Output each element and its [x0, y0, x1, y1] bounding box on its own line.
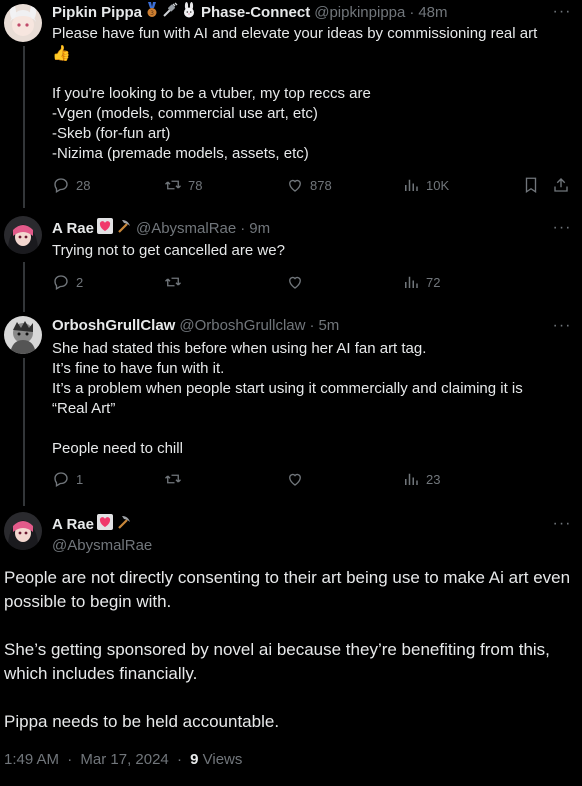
repost-button[interactable]	[164, 470, 182, 488]
post-time[interactable]: 1:49 AM	[4, 751, 59, 768]
post-date[interactable]: Mar 17, 2024	[80, 751, 168, 768]
tweet-actions: 2 72	[52, 273, 568, 293]
heart-emoji	[96, 514, 113, 536]
views-label: Views	[202, 751, 243, 768]
pickaxe-emoji	[116, 514, 132, 536]
avatar[interactable]	[4, 512, 42, 550]
repost-icon	[165, 180, 181, 190]
tweet-pipkin-pippa[interactable]: Pipkin Pippa 3 Phase-Connect @pipkinpipp…	[0, 0, 582, 210]
repost-count: 78	[188, 177, 203, 193]
reply-button[interactable]: 28	[52, 176, 90, 194]
views-count: 23	[426, 471, 441, 487]
timestamp[interactable]: 48m	[418, 3, 447, 23]
more-icon[interactable]: ···	[552, 2, 572, 22]
tweet-meta: 1:49 AM · Mar 17, 2024 · 9 Views	[4, 750, 242, 770]
svg-text:3: 3	[150, 10, 154, 17]
like-button[interactable]	[286, 470, 304, 488]
repost-icon	[165, 277, 181, 287]
tweet-text: Trying not to get cancelled are we?	[52, 242, 285, 259]
views-count: 72	[426, 274, 441, 290]
reply-count: 28	[76, 177, 91, 193]
views-icon	[405, 473, 418, 485]
separator: ·	[309, 317, 315, 334]
share-icon	[554, 178, 568, 192]
author-name[interactable]: OrboshGrullClaw	[52, 316, 175, 336]
separator: ·	[176, 751, 182, 768]
reply-icon	[54, 178, 68, 193]
reply-button[interactable]: 2	[52, 273, 83, 291]
separator: ·	[67, 751, 73, 768]
reply-count: 1	[76, 471, 84, 487]
timestamp[interactable]: 5m	[318, 316, 339, 336]
more-icon[interactable]: ···	[552, 218, 572, 238]
like-icon	[289, 276, 301, 289]
rabbit-emoji	[181, 2, 197, 24]
bookmark-button[interactable]	[522, 176, 540, 194]
author-name[interactable]: A Rae	[52, 219, 94, 239]
author-name[interactable]: A Rae	[52, 515, 94, 535]
author-name[interactable]: Pipkin Pippa	[52, 3, 142, 23]
pickaxe-emoji	[116, 218, 132, 240]
main-tweet-header: A Rae @AbysmalRae	[52, 514, 152, 556]
avatar[interactable]	[4, 216, 42, 254]
views-icon	[405, 276, 418, 288]
like-icon	[289, 473, 301, 486]
heart-emoji	[96, 218, 113, 240]
like-button[interactable]	[286, 273, 304, 291]
author-handle[interactable]: @AbysmalRae	[52, 536, 152, 556]
views-button[interactable]: 10K	[402, 176, 449, 194]
tweet-a-rae-reply[interactable]: A Rae @AbysmalRae · 9m ··· Trying not to…	[0, 214, 582, 306]
author-handle[interactable]: @AbysmalRae	[136, 219, 236, 239]
tweet-text: She had stated this before when using he…	[52, 340, 523, 457]
tweet-actions: 1 23	[52, 470, 568, 490]
avatar[interactable]	[4, 316, 42, 354]
like-count: 878	[310, 177, 332, 193]
reply-icon	[54, 275, 68, 290]
reply-button[interactable]: 1	[52, 470, 83, 488]
repost-icon	[165, 474, 181, 484]
reply-count: 2	[76, 274, 84, 290]
more-icon[interactable]: ···	[552, 316, 572, 336]
plug-emoji	[162, 2, 178, 24]
timestamp[interactable]: 9m	[249, 219, 270, 239]
avatar[interactable]	[4, 4, 42, 42]
views-button[interactable]: 72	[402, 273, 440, 291]
like-button[interactable]: 878	[286, 176, 332, 194]
separator: ·	[409, 4, 415, 21]
author-handle[interactable]: @OrboshGrullclaw	[179, 316, 305, 336]
medal-emoji: 3	[145, 2, 159, 24]
tweet-actions: 28 78 878 10K	[52, 176, 568, 196]
more-icon[interactable]: ···	[552, 514, 572, 534]
main-tweet-text: People are not directly consenting to th…	[4, 568, 571, 731]
views-count: 9	[190, 751, 199, 768]
views-count: 10K	[426, 177, 450, 193]
like-icon	[289, 179, 301, 192]
reply-icon	[54, 472, 68, 487]
repost-button[interactable]: 78	[164, 176, 202, 194]
separator: ·	[240, 220, 246, 237]
repost-button[interactable]	[164, 273, 182, 291]
tweet-orboshgrullclaw[interactable]: OrboshGrullClaw @OrboshGrullclaw · 5m ··…	[0, 312, 582, 508]
views-button[interactable]: 23	[402, 470, 440, 488]
views-icon	[405, 179, 418, 191]
share-button[interactable]	[552, 176, 570, 194]
tweet-text: Please have fun with AI and elevate your…	[52, 25, 538, 162]
author-name-suffix[interactable]: Phase-Connect	[201, 3, 310, 23]
bookmark-icon	[525, 177, 537, 194]
author-handle[interactable]: @pipkinpippa	[314, 3, 405, 23]
